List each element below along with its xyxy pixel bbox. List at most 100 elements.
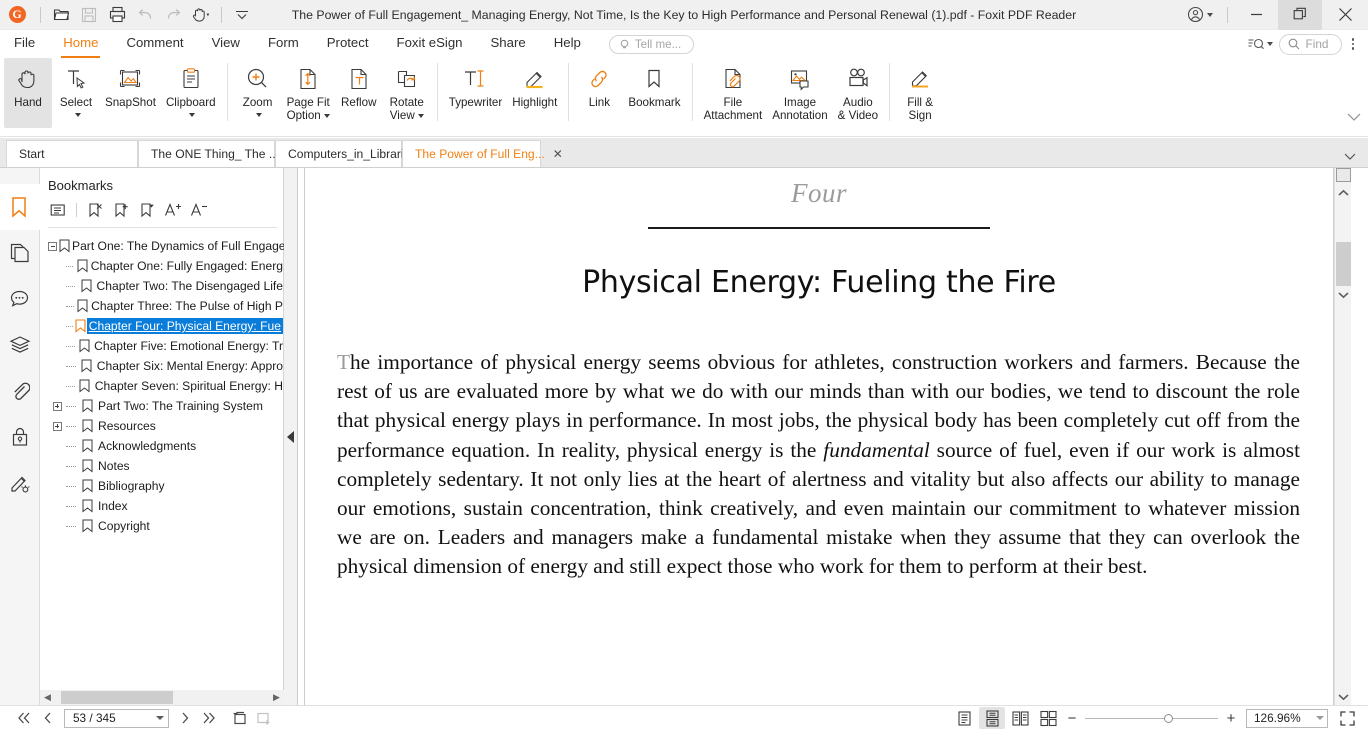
expander-toggle[interactable] xyxy=(48,421,66,431)
bookmarks-horizontal-scrollbar[interactable]: ◀ ▶ xyxy=(40,690,284,705)
page-fit-option-button[interactable]: Page Fit Option xyxy=(282,58,335,128)
two-page-continuous-view-icon[interactable] xyxy=(1035,707,1061,729)
redo-icon[interactable] xyxy=(159,3,187,27)
new-bookmark-icon[interactable] xyxy=(109,199,133,221)
comments-panel-icon[interactable] xyxy=(0,276,40,322)
typewriter-button[interactable]: Typewriter xyxy=(444,58,507,128)
previous-view-button[interactable] xyxy=(227,707,251,729)
two-page-view-icon[interactable] xyxy=(1007,707,1033,729)
scroll-page-up-button[interactable] xyxy=(1336,168,1351,182)
undo-icon[interactable] xyxy=(131,3,159,27)
menu-item-protect[interactable]: Protect xyxy=(327,30,369,58)
find-input[interactable]: Find xyxy=(1278,33,1342,55)
menu-item-file[interactable]: File xyxy=(14,30,35,58)
zoom-in-button[interactable]: + xyxy=(1222,710,1240,727)
delete-bookmark-icon[interactable] xyxy=(83,199,107,221)
tab-list-dropdown[interactable] xyxy=(1342,149,1368,167)
minimize-button[interactable] xyxy=(1234,0,1278,30)
audio-video-button[interactable]: Audio & Video xyxy=(833,58,883,128)
more-options-icon[interactable] xyxy=(1344,38,1363,50)
save-icon[interactable] xyxy=(75,3,103,27)
bookmark-options-icon[interactable] xyxy=(46,199,70,221)
menu-item-share[interactable]: Share xyxy=(491,30,526,58)
fill-sign-button[interactable]: Fill & Sign xyxy=(896,58,944,128)
snapshot-button[interactable]: SnapShot xyxy=(100,58,161,128)
document-vertical-scrollbar[interactable] xyxy=(1334,168,1351,705)
expander-toggle[interactable] xyxy=(48,401,66,411)
select-tool-button[interactable]: Select xyxy=(52,58,100,128)
panel-collapse-handle[interactable] xyxy=(284,168,298,705)
rotate-view-button[interactable]: Rotate View xyxy=(383,58,431,128)
chevron-down-icon[interactable] xyxy=(1316,716,1324,720)
bookmark-item-copyright[interactable]: Copyright xyxy=(48,516,283,536)
menu-item-view[interactable]: View xyxy=(212,30,240,58)
chevron-down-icon[interactable] xyxy=(156,716,164,720)
slider-knob[interactable] xyxy=(1164,714,1173,723)
zoom-dropdown-arrow[interactable] xyxy=(253,109,263,120)
clipboard-dropdown-arrow[interactable] xyxy=(186,109,196,120)
open-file-icon[interactable] xyxy=(47,3,75,27)
page-number-input[interactable]: 53 / 345 xyxy=(64,708,169,728)
single-page-view-icon[interactable] xyxy=(951,707,977,729)
next-view-button[interactable] xyxy=(251,707,275,729)
zoom-slider[interactable] xyxy=(1085,711,1218,725)
bookmark-button[interactable]: Bookmark xyxy=(623,58,685,128)
zoom-out-button[interactable]: − xyxy=(1063,710,1081,727)
bookmark-item-chapter-three[interactable]: Chapter Three: The Pulse of High P xyxy=(48,296,283,316)
bookmark-menu-icon[interactable] xyxy=(135,199,159,221)
signatures-panel-icon[interactable] xyxy=(0,460,40,506)
bookmark-item-index[interactable]: Index xyxy=(48,496,283,516)
attachments-panel-icon[interactable] xyxy=(0,368,40,414)
increase-font-icon[interactable] xyxy=(161,199,185,221)
tab-the-one-thing[interactable]: The ONE Thing_ The ... xyxy=(138,140,279,167)
previous-page-button[interactable] xyxy=(36,707,60,729)
bookmark-item-part-two[interactable]: Part Two: The Training System xyxy=(48,396,283,416)
scroll-left-icon[interactable]: ◀ xyxy=(40,690,55,705)
highlight-button[interactable]: Highlight xyxy=(507,58,562,128)
close-button[interactable] xyxy=(1322,0,1368,30)
bookmark-item-chapter-four[interactable]: Chapter Four: Physical Energy: Fue xyxy=(48,316,283,336)
scroll-up-icon[interactable] xyxy=(1335,184,1351,201)
menu-item-home[interactable]: Home xyxy=(61,30,101,58)
print-icon[interactable] xyxy=(103,3,131,27)
first-page-button[interactable] xyxy=(12,707,36,729)
scrollbar-track[interactable] xyxy=(55,690,269,705)
hand-tool-icon[interactable] xyxy=(187,3,215,27)
bookmark-item-chapter-two[interactable]: Chapter Two: The Disengaged Life xyxy=(48,276,283,296)
bookmark-item-chapter-six[interactable]: Chapter Six: Mental Energy: Appro xyxy=(48,356,283,376)
menu-item-foxit-esign[interactable]: Foxit eSign xyxy=(397,30,463,58)
fullscreen-button[interactable] xyxy=(1334,707,1360,729)
scroll-bottom-icon[interactable] xyxy=(1335,688,1351,705)
reflow-button[interactable]: Reflow xyxy=(335,58,383,128)
menu-item-help[interactable]: Help xyxy=(554,30,581,58)
tab-computers-in-libraries[interactable]: Computers_in_Librari... xyxy=(275,140,414,167)
menu-item-comment[interactable]: Comment xyxy=(126,30,183,58)
security-panel-icon[interactable] xyxy=(0,414,40,460)
clipboard-button[interactable]: Clipboard xyxy=(161,58,221,128)
tab-power-of-full-engagement[interactable]: The Power of Full Eng... ✕ xyxy=(402,140,563,167)
bookmarks-panel-icon[interactable] xyxy=(0,184,40,230)
bookmark-item-chapter-one[interactable]: Chapter One: Fully Engaged: Energ xyxy=(48,256,283,276)
tell-me-search[interactable]: Tell me... xyxy=(608,34,695,54)
decrease-font-icon[interactable] xyxy=(187,199,211,221)
menu-item-form[interactable]: Form xyxy=(268,30,299,58)
pages-panel-icon[interactable] xyxy=(0,230,40,276)
image-annotation-button[interactable]: Image Annotation xyxy=(767,58,832,128)
hand-tool-button[interactable]: Hand xyxy=(4,58,52,128)
expander-toggle[interactable] xyxy=(48,241,57,251)
last-page-button[interactable] xyxy=(197,707,221,729)
restore-button[interactable] xyxy=(1278,0,1322,30)
scrollbar-thumb[interactable] xyxy=(61,691,173,704)
account-button[interactable] xyxy=(1179,6,1221,23)
layers-panel-icon[interactable] xyxy=(0,322,40,368)
bookmark-item-acknowledgments[interactable]: Acknowledgments xyxy=(48,436,283,456)
zoom-button[interactable]: Zoom xyxy=(234,58,282,128)
tab-start[interactable]: Start xyxy=(6,140,138,167)
file-attachment-button[interactable]: File Attachment xyxy=(699,58,768,128)
zoom-level-input[interactable]: 126.96% xyxy=(1246,708,1328,728)
bookmark-item-resources[interactable]: Resources xyxy=(48,416,283,436)
close-tab-icon[interactable]: ✕ xyxy=(553,148,563,160)
customize-toolbar-icon[interactable] xyxy=(228,3,256,27)
next-page-button[interactable] xyxy=(173,707,197,729)
bookmark-item-notes[interactable]: Notes xyxy=(48,456,283,476)
